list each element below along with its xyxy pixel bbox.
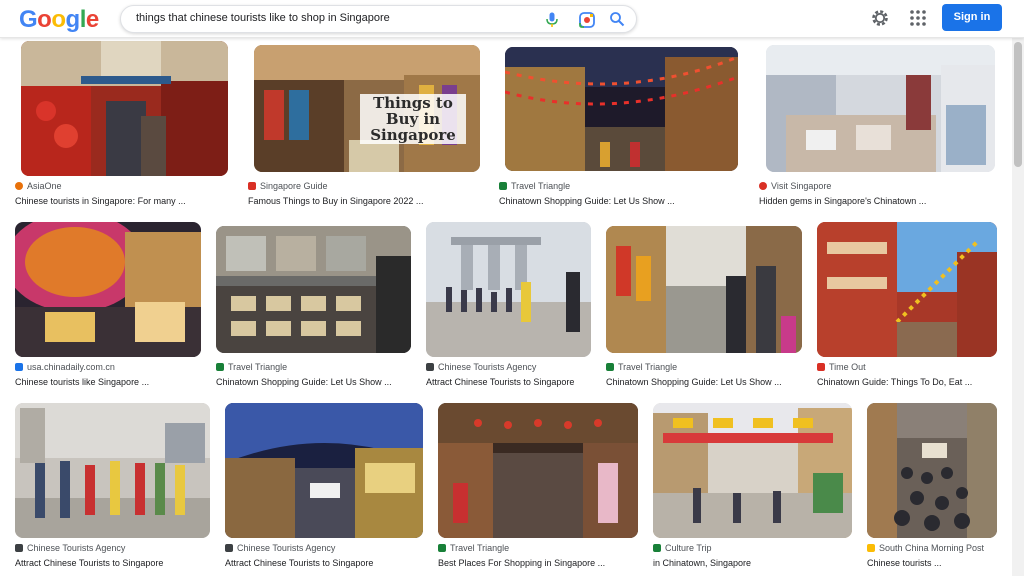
logo-letter: G bbox=[19, 6, 38, 33]
logo-letter: g bbox=[65, 6, 81, 33]
result-image[interactable] bbox=[21, 41, 228, 176]
source-label: Travel Triangle bbox=[618, 362, 678, 372]
result-image[interactable]: Things to Buy in Singapore bbox=[254, 45, 480, 172]
site-favicon-icon bbox=[248, 182, 256, 190]
result-source[interactable]: Travel Triangle bbox=[499, 181, 570, 191]
source-label: Travel Triangle bbox=[511, 181, 571, 191]
site-favicon-icon bbox=[15, 363, 23, 371]
site-favicon-icon bbox=[438, 544, 446, 552]
search-icon[interactable] bbox=[609, 11, 625, 27]
source-label: AsiaOne bbox=[27, 181, 62, 191]
image-overlay-text: Things to Buy in Singapore bbox=[360, 94, 466, 144]
source-label: Travel Triangle bbox=[450, 543, 510, 553]
result-image[interactable] bbox=[15, 403, 210, 538]
source-label: usa.chinadaily.com.cn bbox=[27, 362, 115, 372]
result-title[interactable]: Chinatown Guide: Things To Do, Eat ... bbox=[817, 377, 1002, 387]
result-source[interactable]: Travel Triangle bbox=[216, 362, 287, 372]
scrollbar-thumb[interactable] bbox=[1014, 42, 1022, 167]
source-label: Visit Singapore bbox=[771, 181, 832, 191]
result-image[interactable] bbox=[606, 226, 802, 353]
source-label: Chinese Tourists Agency bbox=[438, 362, 537, 372]
result-image[interactable] bbox=[867, 403, 997, 538]
microphone-icon[interactable] bbox=[545, 12, 559, 28]
site-favicon-icon bbox=[606, 363, 614, 371]
site-favicon-icon bbox=[759, 182, 767, 190]
result-source[interactable]: Chinese Tourists Agency bbox=[15, 543, 125, 553]
result-title[interactable]: Attract Chinese Tourists to Singapore bbox=[426, 377, 598, 387]
logo-letter: e bbox=[85, 6, 99, 33]
result-title[interactable]: Attract Chinese Tourists to Singapore bbox=[15, 558, 215, 568]
source-label: South China Morning Post bbox=[879, 543, 985, 553]
result-image[interactable] bbox=[766, 45, 995, 172]
result-title[interactable]: Chinese tourists in Singapore: For many … bbox=[15, 196, 235, 206]
site-favicon-icon bbox=[653, 544, 661, 552]
site-favicon-icon bbox=[15, 544, 23, 552]
gear-icon[interactable] bbox=[870, 8, 890, 28]
source-label: Chinese Tourists Agency bbox=[237, 543, 336, 553]
site-favicon-icon bbox=[15, 182, 23, 190]
top-bar: Google Sign in bbox=[0, 0, 1024, 38]
result-image[interactable] bbox=[653, 403, 852, 538]
result-source[interactable]: Culture Trip bbox=[653, 543, 712, 553]
result-title[interactable]: Chinatown Shopping Guide: Let Us Show ..… bbox=[499, 196, 744, 206]
result-source[interactable]: Visit Singapore bbox=[759, 181, 831, 191]
result-image[interactable] bbox=[817, 222, 997, 357]
result-source[interactable]: Travel Triangle bbox=[438, 543, 509, 553]
scrollbar[interactable] bbox=[1012, 38, 1024, 576]
result-image[interactable] bbox=[216, 226, 411, 353]
result-title[interactable]: in Chinatown, Singapore bbox=[653, 558, 858, 568]
search-box bbox=[120, 5, 637, 33]
site-favicon-icon bbox=[867, 544, 875, 552]
result-image[interactable] bbox=[15, 222, 201, 357]
result-title[interactable]: Chinese tourists ... bbox=[867, 558, 1007, 568]
source-label: Time Out bbox=[829, 362, 866, 372]
result-source[interactable]: Singapore Guide bbox=[248, 181, 328, 191]
source-label: Travel Triangle bbox=[228, 362, 288, 372]
result-image[interactable] bbox=[438, 403, 638, 538]
logo-letter: o bbox=[37, 6, 52, 33]
site-favicon-icon bbox=[426, 363, 434, 371]
result-title[interactable]: Famous Things to Buy in Singapore 2022 .… bbox=[248, 196, 488, 206]
result-source[interactable]: AsiaOne bbox=[15, 181, 62, 191]
result-title[interactable]: Best Places For Shopping in Singapore ..… bbox=[438, 558, 646, 568]
search-input[interactable] bbox=[136, 12, 531, 24]
source-label: Culture Trip bbox=[665, 543, 712, 553]
result-image[interactable] bbox=[225, 403, 423, 538]
source-label: Chinese Tourists Agency bbox=[27, 543, 126, 553]
site-favicon-icon bbox=[817, 363, 825, 371]
apps-grid-icon[interactable] bbox=[909, 9, 927, 27]
result-title[interactable]: Attract Chinese Tourists to Singapore bbox=[225, 558, 430, 568]
result-title[interactable]: Chinatown Shopping Guide: Let Us Show ..… bbox=[606, 377, 811, 387]
site-favicon-icon bbox=[499, 182, 507, 190]
result-source[interactable]: South China Morning Post bbox=[867, 543, 984, 553]
result-title[interactable]: Chinatown Shopping Guide: Let Us Show ..… bbox=[216, 377, 416, 387]
result-source[interactable]: Chinese Tourists Agency bbox=[426, 362, 536, 372]
result-source[interactable]: usa.chinadaily.com.cn bbox=[15, 362, 115, 372]
result-image[interactable] bbox=[426, 222, 591, 357]
result-image[interactable] bbox=[505, 47, 738, 171]
result-source[interactable]: Travel Triangle bbox=[606, 362, 677, 372]
camera-lens-icon[interactable] bbox=[578, 11, 596, 29]
google-logo[interactable]: Google bbox=[19, 6, 99, 34]
site-favicon-icon bbox=[225, 544, 233, 552]
result-source[interactable]: Chinese Tourists Agency bbox=[225, 543, 335, 553]
result-source[interactable]: Time Out bbox=[817, 362, 866, 372]
site-favicon-icon bbox=[216, 363, 224, 371]
result-title[interactable]: Chinese tourists like Singapore ... bbox=[15, 377, 205, 387]
sign-in-button[interactable]: Sign in bbox=[942, 4, 1002, 31]
result-title[interactable]: Hidden gems in Singapore's Chinatown ... bbox=[759, 196, 999, 206]
logo-letter: o bbox=[51, 6, 66, 33]
source-label: Singapore Guide bbox=[260, 181, 328, 191]
